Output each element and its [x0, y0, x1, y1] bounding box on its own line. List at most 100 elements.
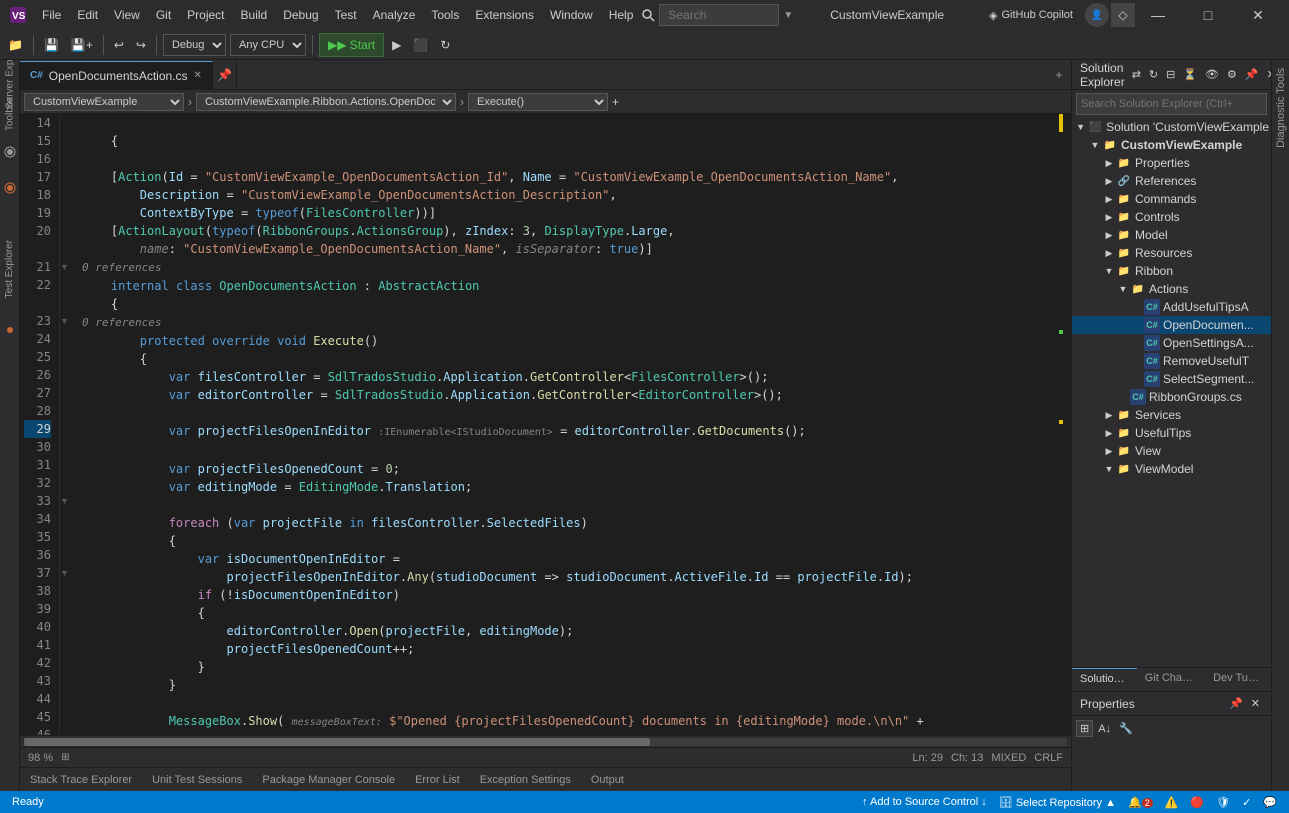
save-all-btn[interactable]: 💾+ — [67, 33, 97, 57]
platform-dropdown[interactable]: Any CPU — [230, 34, 306, 56]
menu-help[interactable]: Help — [601, 4, 642, 26]
menu-test[interactable]: Test — [327, 4, 365, 26]
undo-btn[interactable]: ↩ — [110, 33, 128, 57]
status-feedback-icon[interactable]: 💬 — [1259, 796, 1281, 809]
tree-controls[interactable]: ▶ 📁 Controls — [1072, 208, 1271, 226]
test-explorer-label[interactable]: Test Explorer — [4, 236, 15, 302]
status-error-icon[interactable]: 🔴 — [1186, 796, 1208, 809]
tree-view[interactable]: ▶ 📁 View — [1072, 442, 1271, 460]
prop-close-btn[interactable]: ✕ — [1248, 696, 1263, 711]
menu-window[interactable]: Window — [542, 4, 601, 26]
collapse-37[interactable]: ▼ — [60, 564, 74, 582]
close-button[interactable]: ✕ — [1235, 0, 1281, 30]
solution-search-input[interactable] — [1076, 93, 1267, 115]
sol-tab-dev-tunnel[interactable]: Dev Tun... — [1205, 668, 1271, 691]
sol-tab-git[interactable]: Git Chan... — [1137, 668, 1205, 691]
horizontal-scrollbar[interactable] — [20, 735, 1071, 747]
menu-edit[interactable]: Edit — [69, 4, 106, 26]
stop-btn[interactable]: ⬛ — [409, 33, 432, 57]
menu-analyze[interactable]: Analyze — [365, 4, 424, 26]
encoding-info[interactable]: MIXED — [991, 752, 1026, 764]
status-select-repo[interactable]: 🗄 Select Repository ▲ — [995, 796, 1120, 809]
tab-close-btn[interactable]: ✕ — [194, 70, 202, 81]
menu-view[interactable]: View — [106, 4, 148, 26]
search-input[interactable] — [659, 4, 779, 26]
menu-git[interactable]: Git — [148, 4, 179, 26]
minimize-button[interactable]: — — [1135, 0, 1181, 30]
tree-project[interactable]: ▼ 📁 CustomViewExample — [1072, 136, 1271, 154]
collapse-33[interactable]: ▼ — [60, 492, 74, 510]
prop-pin-btn[interactable]: 📌 — [1226, 696, 1246, 711]
sol-pin-btn[interactable]: 📌 — [1242, 67, 1262, 82]
tree-adduseful[interactable]: C# AddUsefulTipsA — [1072, 298, 1271, 316]
line-endings-info[interactable]: CRLF — [1034, 752, 1063, 764]
tree-ribbon[interactable]: ▼ 📁 Ribbon — [1072, 262, 1271, 280]
expand-nav-btn[interactable]: + — [610, 93, 621, 111]
tree-opensettings[interactable]: C# OpenSettingsA... — [1072, 334, 1271, 352]
tree-viewmodel[interactable]: ▼ 📁 ViewModel — [1072, 460, 1271, 478]
tab-output[interactable]: Output — [581, 770, 634, 790]
sol-collapse-btn[interactable]: ⊟ — [1163, 67, 1178, 82]
tree-resources[interactable]: ▶ 📁 Resources — [1072, 244, 1271, 262]
class-nav-dropdown[interactable]: CustomViewExample.Ribbon.Actions.OpenDoc… — [196, 93, 456, 111]
menu-build[interactable]: Build — [233, 4, 276, 26]
project-nav-dropdown[interactable]: CustomViewExample — [24, 93, 184, 111]
tab-package-manager[interactable]: Package Manager Console — [252, 770, 405, 790]
sol-tab-solution[interactable]: Solution... — [1072, 668, 1137, 691]
h-scrollbar-track[interactable] — [24, 738, 1067, 746]
menu-extensions[interactable]: Extensions — [467, 4, 542, 26]
prop-grid-btn[interactable]: ⊞ — [1076, 720, 1093, 737]
new-project-btn[interactable]: 📁 — [4, 33, 27, 57]
prop-wrench-btn[interactable]: 🔧 — [1116, 720, 1136, 737]
tab-open-documents-action[interactable]: C# OpenDocumentsAction.cs ✕ — [20, 61, 213, 89]
method-nav-dropdown[interactable]: Execute() — [468, 93, 608, 111]
pin-tab-btn[interactable]: 📌 — [213, 61, 237, 89]
server-explorer-icon[interactable]: Server Explorer — [2, 66, 18, 82]
collapse-23[interactable]: ▼ — [60, 312, 74, 330]
tab-unit-test[interactable]: Unit Test Sessions — [142, 770, 252, 790]
tree-opendocuments[interactable]: C# OpenDocumen... — [1072, 316, 1271, 334]
collapse-21[interactable]: ▼ — [60, 258, 74, 276]
status-warning-icon[interactable]: ⚠️ — [1161, 796, 1183, 809]
tab-error-list[interactable]: Error List — [405, 770, 470, 790]
sol-close-btn[interactable]: ✕ — [1264, 67, 1271, 82]
toolbox-icon[interactable]: Toolbox — [2, 106, 18, 122]
rewards-icon[interactable]: ◇ — [1111, 3, 1135, 27]
save-btn[interactable]: 💾 — [40, 33, 63, 57]
status-notifications[interactable]: 🔔2 — [1124, 796, 1157, 809]
menu-debug[interactable]: Debug — [275, 4, 326, 26]
attach-btn[interactable]: ▶ — [388, 33, 405, 57]
sol-settings-btn[interactable]: ⚙ — [1224, 67, 1240, 82]
tree-properties[interactable]: ▶ 📁 Properties — [1072, 154, 1271, 172]
user-avatar[interactable]: 👤 — [1085, 3, 1109, 27]
menu-tools[interactable]: Tools — [423, 4, 467, 26]
tree-ribbongroups[interactable]: C# RibbonGroups.cs — [1072, 388, 1271, 406]
menu-project[interactable]: Project — [179, 4, 232, 26]
tree-selectsegment[interactable]: C# SelectSegment... — [1072, 370, 1271, 388]
restart-btn[interactable]: ↻ — [436, 33, 454, 57]
collapse-14[interactable] — [60, 114, 74, 132]
sol-view-btn[interactable]: 👁 — [1202, 67, 1222, 82]
tab-stack-trace[interactable]: Stack Trace Explorer — [20, 770, 142, 790]
zoom-level[interactable]: 98 % — [28, 752, 53, 764]
tree-solution[interactable]: ▼ ⬛ Solution 'CustomViewExample — [1072, 118, 1271, 136]
github-copilot-btn[interactable]: ◈ GitHub Copilot — [981, 9, 1081, 22]
code-content[interactable]: { [Action(Id = "CustomViewExample_OpenDo… — [74, 114, 1059, 735]
config-dropdown[interactable]: Debug — [163, 34, 226, 56]
status-shield-icon[interactable]: 🛡 — [1212, 796, 1234, 809]
sol-sync-btn[interactable]: ⇄ — [1129, 67, 1144, 82]
tree-removeuseful[interactable]: C# RemoveUsefulT — [1072, 352, 1271, 370]
status-checkmark-icon[interactable]: ✓ — [1238, 796, 1255, 809]
tree-references[interactable]: ▶ 🔗 References — [1072, 172, 1271, 190]
start-btn[interactable]: ▶ ▶ Start — [319, 33, 384, 57]
tree-actions[interactable]: ▼ 📁 Actions — [1072, 280, 1271, 298]
tree-commands[interactable]: ▶ 📁 Commands — [1072, 190, 1271, 208]
tree-model[interactable]: ▶ 📁 Model — [1072, 226, 1271, 244]
sol-refresh-btn[interactable]: ↻ — [1146, 67, 1161, 82]
diagnostic-tools-label[interactable]: Diagnostic Tools — [1273, 60, 1289, 156]
status-source-control[interactable]: ↑ Add to Source Control ↓ — [858, 796, 991, 808]
tab-exception-settings[interactable]: Exception Settings — [470, 770, 581, 790]
tree-services[interactable]: ▶ 📁 Services — [1072, 406, 1271, 424]
maximize-button[interactable]: □ — [1185, 0, 1231, 30]
sol-pending-btn[interactable]: ⏳ — [1180, 67, 1200, 82]
